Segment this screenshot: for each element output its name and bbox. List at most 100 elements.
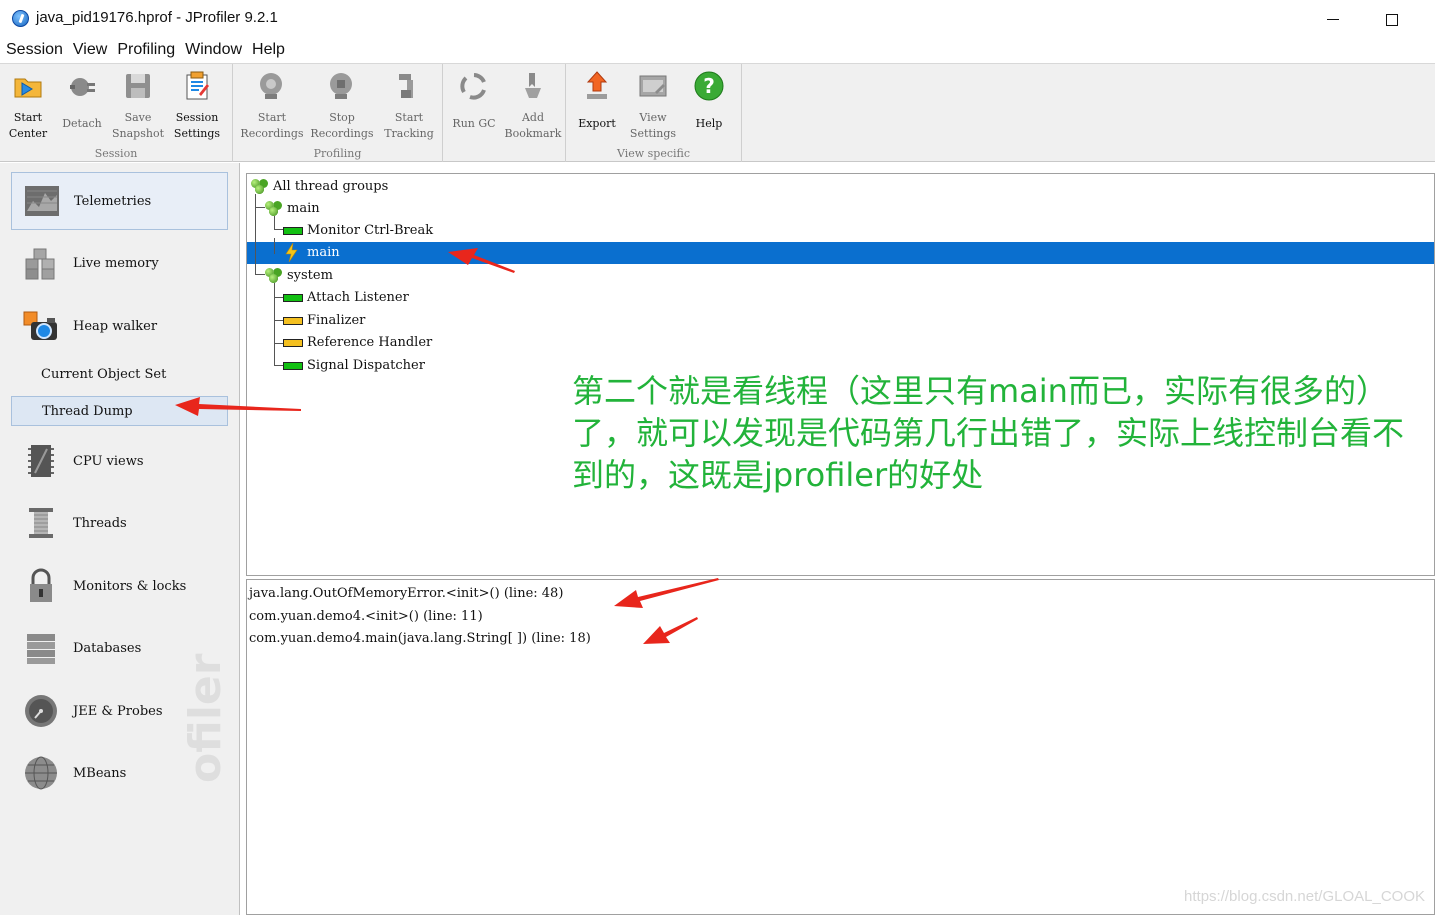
globe-icon xyxy=(25,756,57,790)
sidebar-label-telemetries: Telemetries xyxy=(74,194,152,209)
lock-icon xyxy=(30,568,52,602)
run-gc-button[interactable]: Run GC xyxy=(449,66,499,144)
menu-profiling[interactable]: Profiling xyxy=(116,38,180,63)
stop-recordings-button[interactable]: Stop Recordings xyxy=(309,66,375,144)
stack-frame[interactable]: com.yuan.demo4.<init>() (line: 11) xyxy=(249,609,483,624)
thread-group-icon xyxy=(251,179,268,195)
menu-help[interactable]: Help xyxy=(251,38,290,63)
database-icon xyxy=(27,634,55,664)
tree-label-thread: Monitor Ctrl-Break xyxy=(307,223,434,238)
running-thread-icon xyxy=(283,227,303,235)
start-center-label: Start Center xyxy=(8,111,48,140)
sidebar: ofiler Telemetries Live memory Heap walk… xyxy=(0,163,240,915)
session-settings-label: Session Settings xyxy=(173,111,221,140)
telemetries-icon xyxy=(25,186,59,216)
export-button[interactable]: Export xyxy=(572,66,622,144)
plug-icon xyxy=(70,78,95,96)
add-bookmark-button[interactable]: Add Bookmark xyxy=(503,66,563,144)
detach-button[interactable]: Detach xyxy=(56,66,108,144)
tree-label-group-main: main xyxy=(287,201,320,216)
session-settings-button[interactable]: Session Settings xyxy=(168,66,226,144)
export-label: Export xyxy=(578,117,616,130)
view-settings-button[interactable]: View Settings xyxy=(624,66,682,144)
tree-label-thread: Signal Dispatcher xyxy=(307,358,425,373)
menu-view[interactable]: View xyxy=(72,38,112,63)
thread-group-icon xyxy=(265,268,282,284)
live-memory-icon xyxy=(25,248,55,280)
disk-icon xyxy=(126,74,150,98)
tree-row-group-system[interactable]: system xyxy=(247,265,1434,287)
sidebar-label-monitors-locks: Monitors & locks xyxy=(73,579,187,594)
menu-bar: Session View Profiling Window Help xyxy=(0,38,1435,63)
sidebar-item-heap-walker[interactable]: Heap walker xyxy=(11,298,228,356)
subitem-label-current-object-set: Current Object Set xyxy=(41,367,167,382)
group-label-session: Session xyxy=(94,147,138,160)
thread-group-icon xyxy=(265,201,282,217)
help-icon: ? xyxy=(694,71,724,101)
subitem-label-thread-dump: Thread Dump xyxy=(42,404,133,419)
stack-frame[interactable]: com.yuan.demo4.main(java.lang.String[ ])… xyxy=(249,631,591,646)
sidebar-subitem-thread-dump[interactable]: Thread Dump xyxy=(11,396,228,426)
start-tracking-button[interactable]: Start Tracking xyxy=(379,66,439,144)
annotation-text: 第二个就是看线程（这里只有main而已，实际有很多的）了，就可以发现是代码第几行… xyxy=(572,372,1405,494)
toolbar-group-profiling: Start Recordings Stop Recordings Start T… xyxy=(233,64,443,162)
group-label-profiling: Profiling xyxy=(313,147,362,160)
menu-window[interactable]: Window xyxy=(184,38,247,63)
sidebar-item-monitors-locks[interactable]: Monitors & locks xyxy=(11,558,228,616)
sidebar-item-databases[interactable]: Databases xyxy=(11,620,228,678)
running-thread-icon xyxy=(283,294,303,302)
tree-row-thread-monitor-ctrl-break[interactable]: Monitor Ctrl-Break xyxy=(247,220,1434,242)
stack-trace-panel: java.lang.OutOfMemoryError.<init>() (lin… xyxy=(246,579,1435,915)
sidebar-item-live-memory[interactable]: Live memory xyxy=(11,235,228,293)
sidebar-item-jee-probes[interactable]: JEE & Probes xyxy=(11,683,228,741)
tracking-icon xyxy=(399,74,413,98)
sidebar-label-live-memory: Live memory xyxy=(73,256,159,271)
help-button[interactable]: ? Help xyxy=(686,66,732,144)
sidebar-label-threads: Threads xyxy=(73,516,127,531)
tree-row-thread-main-selected[interactable]: main xyxy=(247,242,1434,264)
tree-row-thread-reference-handler[interactable]: Reference Handler xyxy=(247,332,1434,354)
folder-start-icon xyxy=(14,78,42,98)
tree-row-thread-finalizer[interactable]: Finalizer xyxy=(247,310,1434,332)
tree-row-thread-attach-listener[interactable]: Attach Listener xyxy=(247,287,1434,309)
view-settings-label: View Settings xyxy=(629,111,677,140)
sidebar-subitem-current-object-set[interactable]: Current Object Set xyxy=(11,360,228,390)
view-settings-icon xyxy=(639,75,667,97)
detach-label: Detach xyxy=(62,117,102,130)
gauge-icon xyxy=(25,695,57,727)
sidebar-label-jee-probes: JEE & Probes xyxy=(73,704,163,719)
heap-walker-icon xyxy=(23,311,57,340)
menu-session[interactable]: Session xyxy=(5,38,68,63)
sidebar-item-telemetries[interactable]: Telemetries xyxy=(11,172,228,230)
maximize-button[interactable] xyxy=(1374,4,1408,34)
sidebar-item-mbeans[interactable]: MBeans xyxy=(11,745,228,803)
settings-sheet-icon xyxy=(186,71,209,100)
stack-frame[interactable]: java.lang.OutOfMemoryError.<init>() (lin… xyxy=(249,586,563,601)
start-recordings-button[interactable]: Start Recordings xyxy=(239,66,305,144)
svg-text:?: ? xyxy=(703,74,715,98)
add-bookmark-label: Add Bookmark xyxy=(504,111,562,140)
sidebar-label-mbeans: MBeans xyxy=(73,766,127,781)
minimize-button[interactable] xyxy=(1316,4,1350,34)
help-label: Help xyxy=(695,117,723,130)
sidebar-label-heap-walker: Heap walker xyxy=(73,319,158,334)
recycle-icon xyxy=(460,73,486,100)
toolbar-group-view-specific: Export View Settings ? Help View specifi… xyxy=(566,64,742,162)
tree-label-group-system: system xyxy=(287,268,333,283)
toolbar-group-memory: Run GC Add Bookmark xyxy=(443,64,566,162)
start-recording-icon xyxy=(260,73,282,99)
sidebar-item-threads[interactable]: Threads xyxy=(11,495,228,553)
tree-row-group-main[interactable]: main xyxy=(247,198,1434,220)
start-center-button[interactable]: Start Center xyxy=(2,66,54,144)
stop-recordings-label: Stop Recordings xyxy=(310,111,374,140)
group-label-view-specific: View specific xyxy=(616,147,691,160)
lightning-bolt-icon xyxy=(285,243,298,262)
sidebar-item-cpu-views[interactable]: CPU views xyxy=(11,433,228,491)
threads-icon xyxy=(29,508,53,538)
tree-connector xyxy=(274,238,284,254)
sidebar-label-cpu-views: CPU views xyxy=(73,454,144,469)
tree-row-all-thread-groups[interactable]: All thread groups xyxy=(247,176,1434,198)
save-snapshot-button[interactable]: Save Snapshot xyxy=(112,66,164,144)
tree-label-thread: Reference Handler xyxy=(307,335,433,350)
sidebar-label-databases: Databases xyxy=(73,641,142,656)
